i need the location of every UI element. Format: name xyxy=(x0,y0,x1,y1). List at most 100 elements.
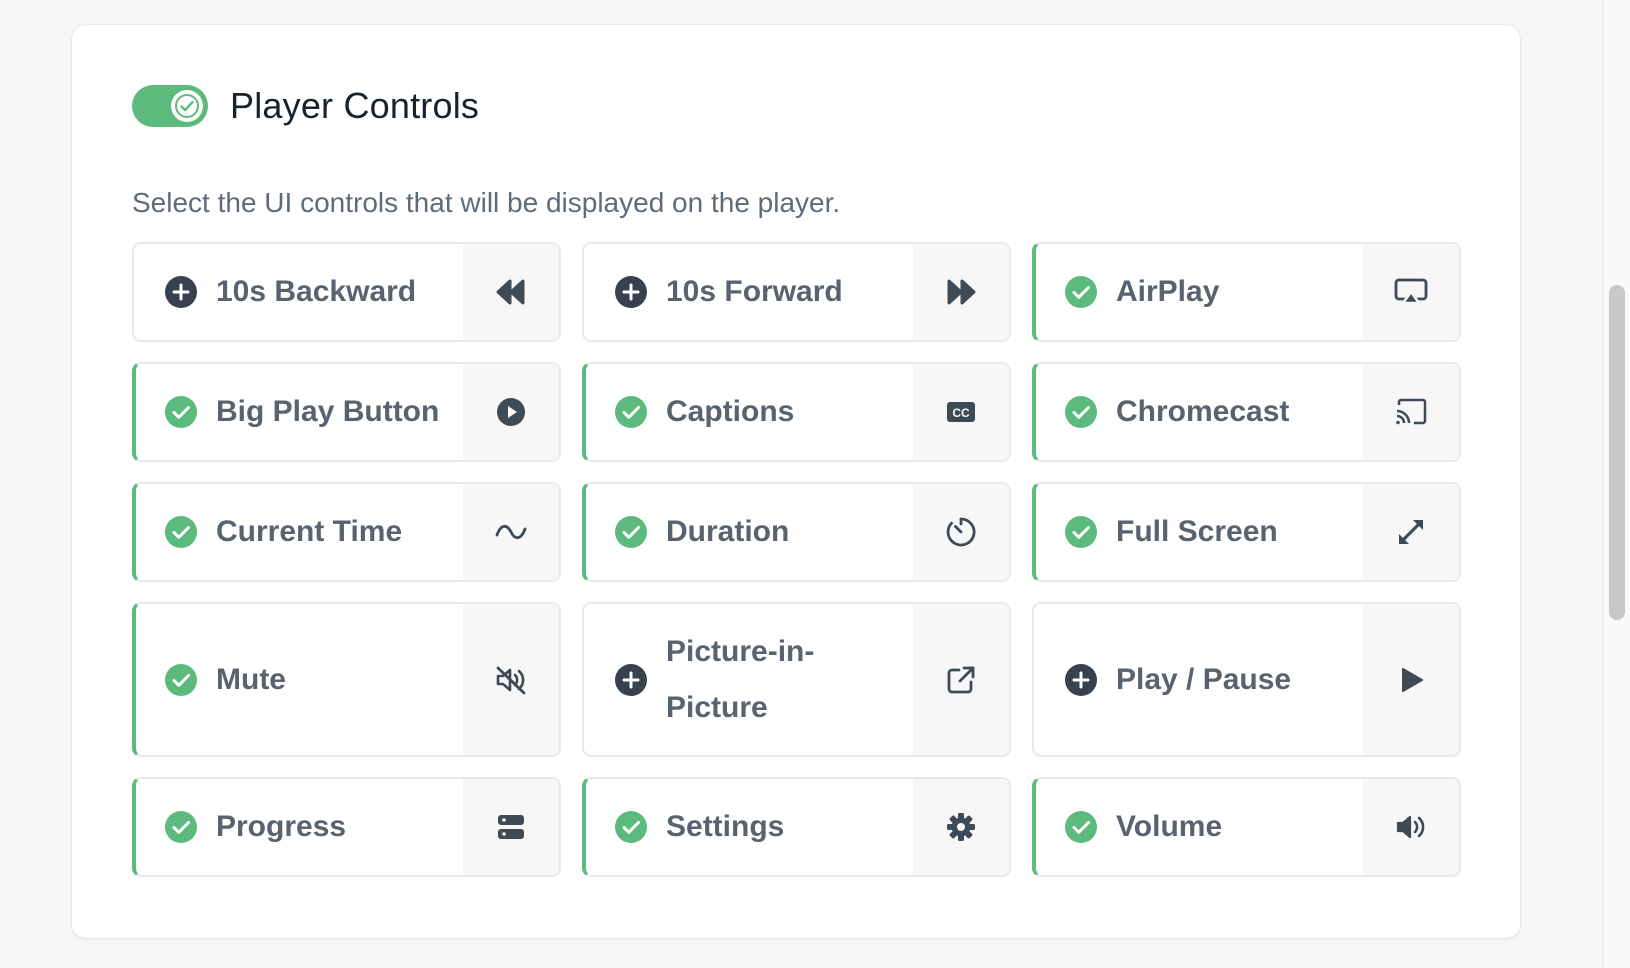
control-tile-picture-in-picture[interactable]: Picture-in-Picture xyxy=(582,602,1011,757)
control-icon-cell xyxy=(1363,779,1459,875)
control-label: Play / Pause xyxy=(1116,662,1292,696)
check-circle-icon xyxy=(165,811,197,843)
plus-circle-icon xyxy=(615,276,647,308)
section-header: Player Controls xyxy=(132,85,479,127)
control-main: Settings xyxy=(586,779,913,875)
check-circle-icon xyxy=(615,396,647,428)
control-icon-cell xyxy=(913,604,1009,755)
gear-icon xyxy=(947,813,975,841)
toggle-knob xyxy=(171,90,203,122)
control-tile-settings[interactable]: Settings xyxy=(582,777,1011,877)
control-main: AirPlay xyxy=(1036,244,1363,340)
status-icon xyxy=(1064,810,1098,844)
status-icon xyxy=(1064,515,1098,549)
control-icon-cell xyxy=(913,244,1009,340)
control-icon-cell xyxy=(463,484,559,580)
control-tile-10s-forward[interactable]: 10s Forward xyxy=(582,242,1011,342)
control-main: Chromecast xyxy=(1036,364,1363,460)
timer-icon xyxy=(946,517,976,547)
control-tile-current-time[interactable]: Current Time xyxy=(132,482,561,582)
progress-bars-icon xyxy=(498,815,524,839)
control-label: Chromecast xyxy=(1116,395,1290,428)
check-circle-icon xyxy=(165,516,197,548)
control-icon-cell xyxy=(463,244,559,340)
status-icon xyxy=(164,663,198,697)
plus-circle-icon xyxy=(1065,663,1097,696)
play-circle-icon xyxy=(497,398,525,426)
control-tile-captions[interactable]: Captions CC xyxy=(582,362,1011,462)
control-label: Captions xyxy=(666,395,795,428)
control-main: Mute xyxy=(136,604,463,755)
check-circle-icon xyxy=(165,663,197,696)
control-main: 10s Backward xyxy=(134,244,463,340)
airplay-icon xyxy=(1394,278,1428,305)
control-icon-cell xyxy=(463,604,559,755)
control-icon-cell: CC xyxy=(913,364,1009,460)
control-main: Duration xyxy=(586,484,913,580)
control-tile-big-play-button[interactable]: Big Play Button xyxy=(132,362,561,462)
control-label: Big Play Button xyxy=(216,395,440,428)
player-controls-toggle[interactable] xyxy=(132,85,208,127)
plus-circle-icon xyxy=(615,663,647,696)
control-main: Full Screen xyxy=(1036,484,1363,580)
control-tile-10s-backward[interactable]: 10s Backward xyxy=(132,242,561,342)
status-icon xyxy=(164,275,198,309)
status-icon xyxy=(614,275,648,309)
volume-icon xyxy=(1396,815,1425,839)
status-icon xyxy=(164,395,198,429)
check-circle-icon xyxy=(165,396,197,428)
control-tile-play-pause[interactable]: Play / Pause xyxy=(1032,602,1461,757)
status-icon xyxy=(1064,395,1098,429)
rewind-icon xyxy=(496,279,525,305)
control-icon-cell xyxy=(1363,244,1459,340)
control-label: AirPlay xyxy=(1116,275,1220,308)
control-icon-cell xyxy=(1363,604,1459,755)
section-title: Player Controls xyxy=(230,85,480,126)
volume-mute-icon xyxy=(496,666,526,694)
status-icon xyxy=(164,515,198,549)
page: Player Controls Select the UI controls t… xyxy=(0,0,1630,968)
status-icon xyxy=(614,515,648,549)
control-label: Duration xyxy=(666,515,790,548)
svg-text:CC: CC xyxy=(952,406,970,420)
control-label: Picture-in-Picture xyxy=(666,634,815,724)
scrollbar-thumb[interactable] xyxy=(1609,285,1625,620)
check-circle-icon xyxy=(1065,276,1097,308)
control-label: 10s Backward xyxy=(216,275,417,308)
status-icon xyxy=(1064,275,1098,309)
control-tile-progress[interactable]: Progress xyxy=(132,777,561,877)
control-icon-cell xyxy=(1363,484,1459,580)
control-main: Picture-in-Picture xyxy=(584,604,913,755)
tilde-wave-icon xyxy=(495,524,527,540)
cast-icon xyxy=(1396,398,1427,425)
check-icon xyxy=(175,94,199,118)
control-main: Current Time xyxy=(136,484,463,580)
status-icon xyxy=(614,663,648,697)
control-label: Volume xyxy=(1116,810,1223,843)
control-tile-mute[interactable]: Mute xyxy=(132,602,561,757)
control-label: Progress xyxy=(216,810,347,843)
control-tile-duration[interactable]: Duration xyxy=(582,482,1011,582)
control-tile-chromecast[interactable]: Chromecast xyxy=(1032,362,1461,462)
control-label: Mute xyxy=(216,662,286,696)
control-label: Full Screen xyxy=(1116,515,1278,548)
play-icon xyxy=(1402,667,1423,692)
check-circle-icon xyxy=(1065,396,1097,428)
check-circle-icon xyxy=(1065,811,1097,843)
status-icon xyxy=(614,395,648,429)
control-main: Big Play Button xyxy=(136,364,463,460)
control-tile-airplay[interactable]: AirPlay xyxy=(1032,242,1461,342)
control-tile-full-screen[interactable]: Full Screen xyxy=(1032,482,1461,582)
control-icon-cell xyxy=(463,364,559,460)
control-label: Settings xyxy=(666,810,785,843)
control-tile-volume[interactable]: Volume xyxy=(1032,777,1461,877)
control-main: Play / Pause xyxy=(1034,604,1363,755)
section-subtitle: Select the UI controls that will be disp… xyxy=(132,187,841,218)
check-circle-icon xyxy=(615,516,647,548)
player-controls-card: Player Controls Select the UI controls t… xyxy=(72,25,1520,938)
control-icon-cell xyxy=(1363,364,1459,460)
check-circle-icon xyxy=(615,811,647,843)
expand-icon xyxy=(1399,520,1423,544)
check-circle-icon xyxy=(1065,516,1097,548)
status-icon xyxy=(614,810,648,844)
